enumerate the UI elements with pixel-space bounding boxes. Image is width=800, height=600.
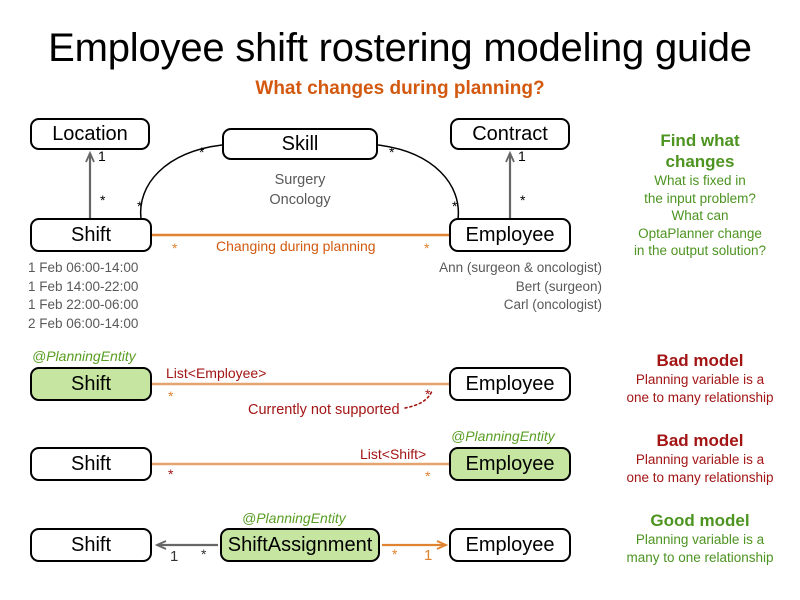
edge-label-changing-during-planning: Changing during planning (216, 238, 376, 254)
box-bad2-shift[interactable]: Shift (30, 447, 152, 481)
box-good-shiftassignment[interactable]: ShiftAssignment (220, 528, 380, 562)
callout-bad-model-2: Bad model Planning variable is a one to … (600, 430, 800, 486)
page-subtitle: What changes during planning? (255, 78, 545, 99)
skill-value-surgery: Surgery (274, 172, 326, 188)
employee-instance: Bert (surgeon) (515, 278, 602, 294)
callout-body-line: What can (671, 208, 729, 223)
mult-employee-skill-many: * (452, 198, 458, 214)
employee-instance-list: Ann (surgeon & oncologist) Bert (surgeon… (360, 259, 602, 315)
shift-instance: 1 Feb 22:00-06:00 (28, 297, 139, 312)
callout-head: Bad model (656, 351, 744, 370)
mult-good-shift-one: 1 (170, 548, 179, 565)
annotation-planning-entity-bad1: @PlanningEntity (32, 348, 136, 364)
box-location[interactable]: Location (30, 118, 150, 150)
box-bad2-employee[interactable]: Employee (449, 447, 571, 481)
callout-body-line: one to many relationship (626, 389, 774, 405)
mult-bad1-right: * (425, 386, 431, 402)
box-good-employee[interactable]: Employee (449, 528, 571, 562)
mult-bad2-right: * (425, 468, 431, 484)
mult-shift-employee-many: * (172, 240, 178, 256)
callout-body-line: one to many relationship (626, 469, 774, 485)
annotation-planning-entity-bad2: @PlanningEntity (451, 428, 555, 444)
mult-employee-shift-many: * (424, 240, 430, 256)
skill-values: Surgery Oncology (220, 170, 380, 210)
mult-employee-contract-many: * (520, 192, 526, 208)
employee-instance: Ann (surgeon & oncologist) (439, 260, 602, 275)
box-good-shift[interactable]: Shift (30, 528, 152, 562)
callout-bad-model-1: Bad model Planning variable is a one to … (600, 350, 800, 406)
callout-body-line: OptaPlanner change (638, 225, 762, 241)
mult-location-one: 1 (98, 148, 106, 164)
box-shift[interactable]: Shift (30, 218, 152, 252)
mult-good-employee-one: 1 (424, 547, 433, 564)
callout-good-model: Good model Planning variable is a many t… (600, 510, 800, 566)
callout-body-line: What is fixed in (654, 173, 746, 188)
annotation-planning-entity-good: @PlanningEntity (242, 510, 346, 526)
edge-label-bad2: List<Shift> (360, 446, 427, 462)
callout-head-line2: changes (665, 152, 735, 171)
mult-shift-skill-many: * (137, 198, 143, 214)
box-bad1-shift[interactable]: Shift (30, 367, 152, 401)
callout-body-line: Planning variable is a (635, 372, 765, 387)
callout-body-line: in the output solution? (633, 243, 767, 258)
mult-good-employee-many: * (392, 546, 398, 562)
mult-good-shift-many: * (201, 546, 207, 562)
mult-skill-employee-many: * (389, 144, 395, 160)
shift-instance: 1 Feb 06:00-14:00 (28, 260, 139, 275)
mult-skill-shift-many: * (199, 144, 205, 160)
edge-shift-skill (139, 144, 223, 220)
callout-body-line: the input problem? (644, 190, 756, 206)
mult-shift-location-many: * (100, 192, 106, 208)
employee-instance: Carl (oncologist) (503, 297, 602, 312)
box-contract[interactable]: Contract (450, 118, 570, 150)
mult-bad2-left: * (168, 466, 174, 482)
callout-head: Good model (650, 511, 750, 530)
callout-head: Bad model (656, 431, 744, 450)
box-bad1-employee[interactable]: Employee (449, 367, 571, 401)
skill-value-oncology: Oncology (269, 192, 331, 208)
box-skill[interactable]: Skill (222, 128, 378, 160)
mult-bad1-left: * (168, 388, 174, 404)
callout-find-what-changes: Find what changes What is fixed in the i… (600, 130, 800, 260)
callout-body-line: Planning variable is a (635, 532, 765, 547)
shift-instance: 1 Feb 14:00-22:00 (28, 278, 139, 294)
mult-contract-one: 1 (518, 148, 526, 164)
callout-body-line: Planning variable is a (635, 452, 765, 467)
shift-instance-list: 1 Feb 06:00-14:00 1 Feb 14:00-22:00 1 Fe… (28, 259, 138, 333)
shift-instance: 2 Feb 06:00-14:00 (28, 315, 139, 331)
callout-body-line: many to one relationship (626, 549, 774, 565)
edge-label-bad1: List<Employee> (166, 365, 267, 381)
page-title: Employee shift rostering modeling guide (48, 26, 752, 70)
box-employee[interactable]: Employee (449, 218, 571, 252)
note-currently-not-supported: Currently not supported (248, 402, 400, 418)
callout-head-line1: Find what (660, 131, 740, 150)
